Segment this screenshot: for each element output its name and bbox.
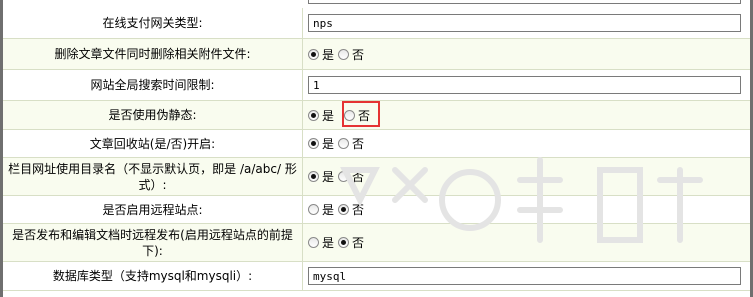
row-label: 数据库类型（支持mysql和mysqli）:	[3, 262, 303, 290]
radio-yes[interactable]	[308, 237, 319, 248]
radio-group: 是 否	[308, 135, 368, 152]
radio-no[interactable]	[338, 48, 350, 60]
radio-no[interactable]	[338, 138, 350, 149]
settings-row-recycle-bin: 文章回收站(是/否)开启: 是 否	[3, 130, 750, 158]
settings-table: 在线支付网关类型: nps 删除文章文件同时删除相关附件文件: 是 否 网站全局…	[0, 0, 753, 297]
radio-group: 是 否	[308, 168, 368, 185]
row-label: 在线支付网关类型:	[3, 8, 303, 38]
radio-yes-label: 是	[322, 108, 335, 123]
row-label: 是否使用伪静态:	[3, 101, 303, 129]
settings-row-db-type: 数据库类型（支持mysql和mysqli）: mysql	[3, 262, 750, 291]
radio-yes-label: 是	[322, 236, 335, 250]
radio-yes-label: 是	[322, 170, 335, 184]
row-label: 删除文章文件同时删除相关附件文件:	[3, 39, 303, 69]
payment-gateway-input[interactable]: nps	[308, 14, 741, 32]
search-time-limit-input[interactable]: 1	[308, 76, 741, 94]
row-label: 是否发布和编辑文档时远程发布(启用远程站点的前提下):	[3, 224, 303, 261]
row-label: 栏目网址使用目录名（不显示默认页，即是 /a/abc/ 形式）:	[3, 158, 303, 195]
row-label: 网站全局搜索时间限制:	[3, 70, 303, 100]
radio-yes-label: 是	[322, 137, 335, 151]
radio-no-label: 否	[352, 236, 365, 250]
settings-row-search-time-limit: 网站全局搜索时间限制: 1	[3, 70, 750, 101]
radio-group: 是 否	[308, 100, 380, 127]
row-label: 文章回收站(是/否)开启:	[3, 130, 303, 157]
settings-row-pseudo-static: 是否使用伪静态: 是 否	[3, 100, 750, 130]
settings-row-remote-site: 是否启用远程站点: 是 否	[3, 196, 750, 224]
settings-row-delete-attachments: 删除文章文件同时删除相关附件文件: 是 否	[3, 39, 750, 70]
radio-group: 是 否	[308, 234, 368, 251]
radio-group: 是 否	[308, 46, 368, 63]
radio-no-label: 否	[352, 170, 365, 184]
settings-row-remote-publish: 是否发布和编辑文档时远程发布(启用远程站点的前提下): 是 否	[3, 224, 750, 262]
radio-no-label: 否	[352, 203, 365, 217]
row-label: 是否启用远程站点:	[3, 196, 303, 223]
radio-yes[interactable]	[308, 204, 319, 215]
radio-yes[interactable]	[308, 138, 319, 149]
radio-no[interactable]	[338, 237, 350, 248]
radio-no[interactable]	[338, 204, 350, 215]
radio-yes-label: 是	[322, 203, 335, 217]
radio-no-label: 否	[352, 137, 365, 151]
radio-yes[interactable]	[308, 109, 319, 121]
radio-yes-label: 是	[322, 47, 335, 62]
previous-row-input-stub[interactable]	[308, 0, 741, 4]
highlight-box	[342, 100, 380, 127]
radio-no[interactable]	[338, 171, 350, 182]
settings-row-payment-gateway: 在线支付网关类型: nps	[3, 8, 750, 39]
radio-group: 是 否	[308, 201, 368, 218]
radio-yes[interactable]	[308, 48, 319, 60]
radio-no-label: 否	[352, 47, 365, 62]
radio-yes[interactable]	[308, 171, 319, 182]
settings-row-category-dir-url: 栏目网址使用目录名（不显示默认页，即是 /a/abc/ 形式）: 是 否	[3, 158, 750, 196]
db-type-input[interactable]: mysql	[308, 267, 741, 285]
